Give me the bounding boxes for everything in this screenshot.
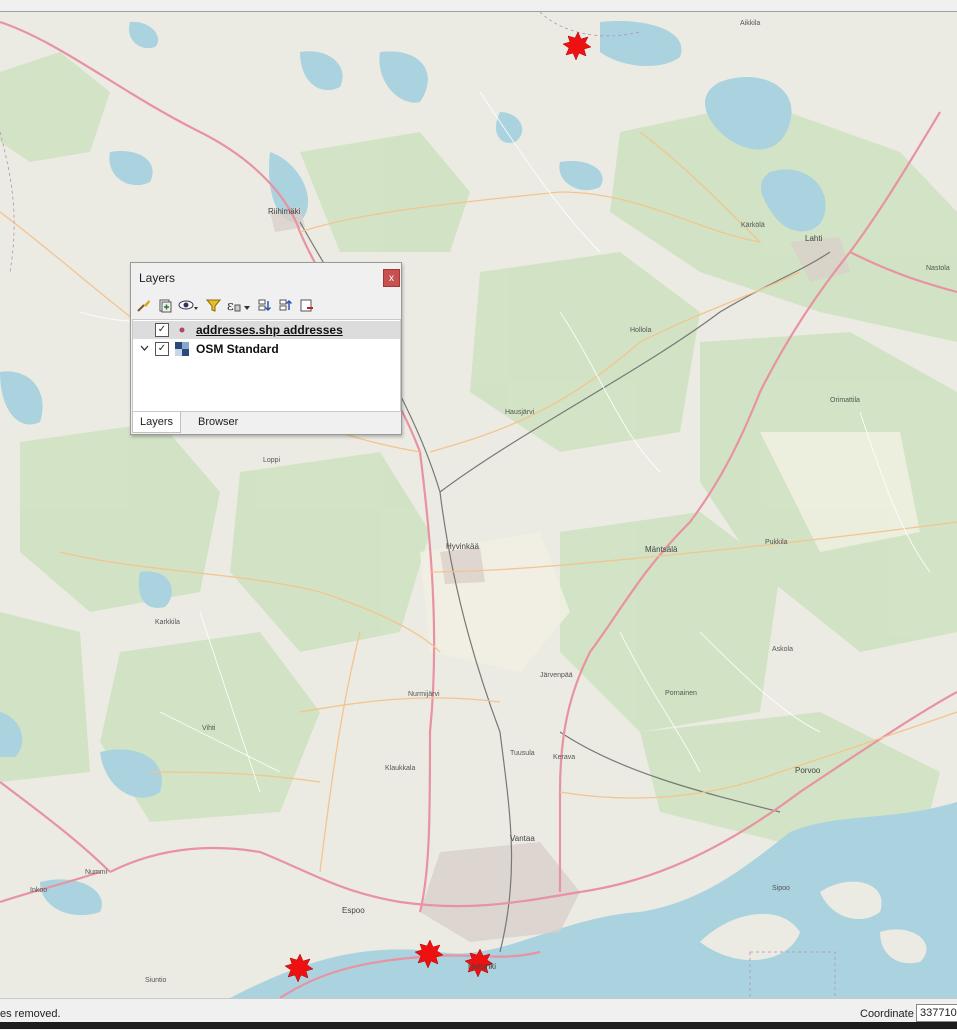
place-label: Karkkila [155,619,180,626]
raster-layer-icon [175,342,189,356]
place-label: Vantaa [510,834,535,843]
expand-icon[interactable] [137,344,151,354]
taskbar-edge [0,1022,957,1029]
tab-browser[interactable]: Browser [191,412,245,432]
place-label: Sipoo [772,885,790,892]
layer-row-osm-standard[interactable]: ✓ OSM Standard [133,340,400,358]
window-top-edge [0,0,957,12]
layers-toolbar: ε [135,295,315,315]
place-label: Hollola [630,327,652,334]
layer-tree: ✓ addresses.shp addresses ✓ OSM Standard [132,319,401,412]
place-label: Askola [772,646,794,653]
place-label: Pukkila [765,539,788,546]
place-label: Lahti [805,234,823,243]
place-label: Kärkölä [741,222,765,229]
place-label: Hyvinkää [446,542,479,551]
place-label: Siuntio [145,977,167,984]
map-canvas[interactable]: Aikkila Kärkölä Lahti Nastola Hollola Or… [0,12,957,998]
expression-filter-icon[interactable]: ε [226,297,252,314]
place-label: Riihimäki [268,207,301,216]
collapse-all-icon[interactable] [277,297,294,314]
place-label: Mäntsälä [645,545,678,554]
osm-basemap [0,12,957,998]
place-label: Pornainen [665,690,697,697]
panel-title: Layers [139,271,176,285]
layers-panel: Layers x ε ✓ addresses.shp addresses ✓ O… [130,262,402,435]
style-paint-icon[interactable] [135,297,152,314]
point-layer-icon [175,323,189,337]
place-label: Porvoo [795,766,821,775]
place-label: Aikkila [740,20,761,27]
place-label: Espoo [342,906,365,915]
panel-tabs: Layers Browser [131,412,401,433]
layer-name[interactable]: OSM Standard [196,342,279,356]
place-label: Tuusula [510,750,535,757]
place-label: Hausjärvi [505,409,535,416]
place-label: Helsinki [468,962,497,971]
place-label: Loppi [263,457,281,464]
layer-visibility-checkbox[interactable]: ✓ [155,342,169,356]
svg-text:ε: ε [227,299,234,313]
layer-visibility-checkbox[interactable]: ✓ [155,323,169,337]
visibility-eye-icon[interactable] [177,297,201,314]
close-button[interactable]: x [383,269,400,287]
expand-all-icon[interactable] [256,297,273,314]
status-message: es removed. [0,1008,61,1020]
layer-row-addresses[interactable]: ✓ addresses.shp addresses [133,321,400,339]
add-group-icon[interactable] [156,297,173,314]
filter-icon[interactable] [205,297,222,314]
place-label: Järvenpää [540,672,573,679]
place-label: Kerava [553,754,576,761]
place-label: Nummi [85,869,108,876]
place-label: Vihti [202,725,216,732]
place-label: Klaukkala [385,765,416,772]
place-label: Nurmijärvi [408,691,440,698]
layer-name[interactable]: addresses.shp addresses [196,323,343,337]
place-label: Orimattila [830,397,860,404]
coordinate-field[interactable]: 337710 [916,1004,957,1022]
place-label: Nastola [926,265,950,272]
remove-layer-icon[interactable] [298,297,315,314]
coordinate-label: Coordinate [860,1008,914,1020]
place-label: Inkoo [30,887,48,894]
tab-layers[interactable]: Layers [132,412,182,433]
